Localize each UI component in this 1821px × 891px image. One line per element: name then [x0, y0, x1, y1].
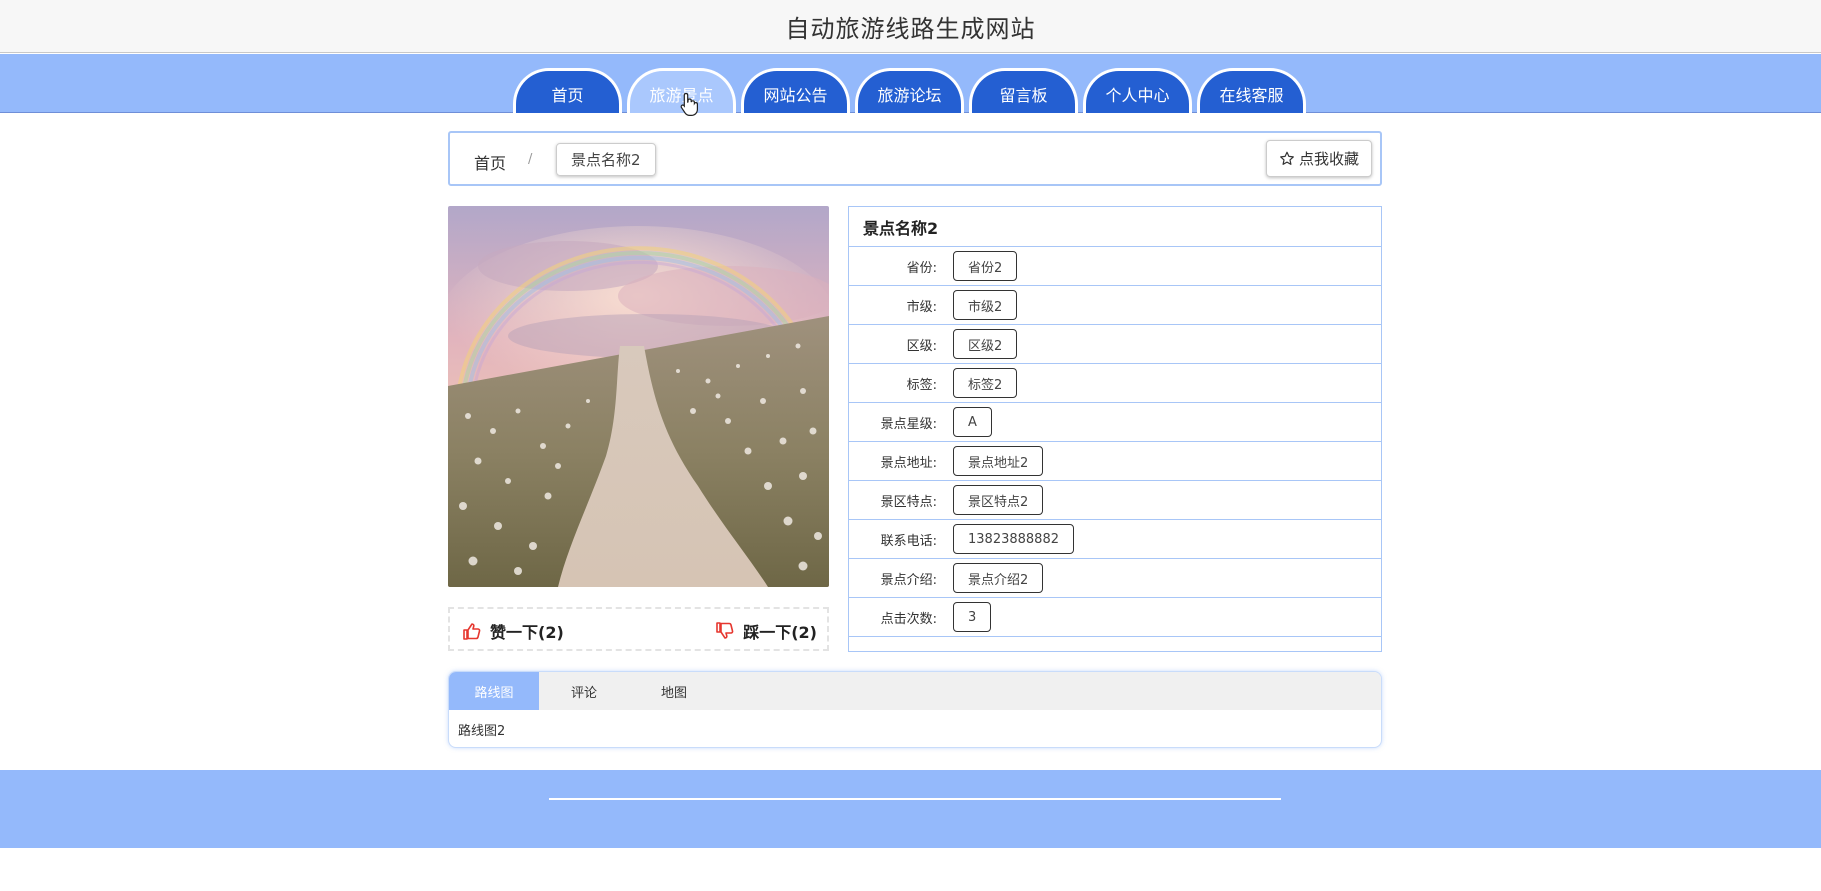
detail-row-intro: 景点介绍: 景点介绍2	[849, 559, 1381, 598]
nav-items: 首页 旅游景点 网站公告 旅游论坛 留言板 个人中心 在线客服	[513, 68, 1306, 113]
detail-row-tag: 标签: 标签2	[849, 364, 1381, 403]
detail-label: 市级:	[906, 299, 937, 315]
nav-item-message-board[interactable]: 留言板	[969, 68, 1078, 113]
detail-row-click-count: 点击次数: 3	[849, 598, 1381, 637]
site-header: 自动旅游线路生成网站	[0, 0, 1821, 53]
content-tabs: 路线图 评论 地图 路线图2	[448, 671, 1382, 748]
nav-item-user-center[interactable]: 个人中心	[1083, 68, 1192, 113]
tab-header: 路线图 评论 地图	[449, 672, 1381, 710]
thumbs-down-icon	[716, 622, 734, 639]
detail-label: 景点介绍:	[880, 572, 937, 588]
detail-value: 标签2	[953, 368, 1018, 398]
dislike-label: 踩一下(2)	[743, 623, 817, 642]
detail-label: 标签:	[906, 377, 937, 393]
detail-label: 联系电话:	[880, 533, 937, 549]
site-title: 自动旅游线路生成网站	[785, 14, 1036, 43]
detail-row-province: 省份: 省份2	[849, 247, 1381, 286]
nav-item-forum[interactable]: 旅游论坛	[855, 68, 964, 113]
detail-label: 景区特点:	[880, 494, 937, 510]
favorite-button[interactable]: 点我收藏	[1265, 140, 1372, 177]
detail-value: 景点介绍2	[953, 563, 1044, 593]
detail-row-city: 市级: 市级2	[849, 286, 1381, 325]
detail-value: 景点地址2	[953, 446, 1044, 476]
detail-value: 省份2	[953, 251, 1018, 281]
detail-row-star-level: 景点星级: A	[849, 403, 1381, 442]
detail-row-district: 区级: 区级2	[849, 325, 1381, 364]
breadcrumb-home-link[interactable]: 首页	[474, 150, 506, 174]
detail-label: 景点地址:	[880, 455, 937, 471]
detail-value: 3	[953, 602, 992, 632]
thumbs-up-icon	[463, 623, 481, 640]
detail-label: 省份:	[906, 260, 937, 276]
detail-value: 市级2	[953, 290, 1018, 320]
breadcrumb-separator: /	[528, 152, 533, 167]
tab-map[interactable]: 地图	[629, 672, 719, 710]
nav-item-announcements[interactable]: 网站公告	[741, 68, 850, 113]
tab-route-map[interactable]: 路线图	[449, 672, 539, 710]
detail-row-address: 景点地址: 景点地址2	[849, 442, 1381, 481]
like-label: 赞一下(2)	[490, 623, 564, 642]
breadcrumb-current: 景点名称2	[556, 143, 656, 176]
site-footer	[0, 770, 1821, 848]
detail-label: 点击次数:	[880, 611, 937, 627]
like-button[interactable]: 赞一下(2)	[462, 619, 564, 643]
detail-value: 区级2	[953, 329, 1018, 359]
main-nav: 首页 旅游景点 网站公告 旅游论坛 留言板 个人中心 在线客服	[0, 54, 1821, 113]
nav-item-customer-service[interactable]: 在线客服	[1197, 68, 1306, 113]
detail-value: 景区特点2	[953, 485, 1044, 515]
vote-bar: 赞一下(2) 踩一下(2)	[448, 607, 829, 651]
detail-row-phone: 联系电话: 13823888882	[849, 520, 1381, 559]
scene-photo	[448, 206, 829, 587]
tab-content: 路线图2	[458, 724, 506, 739]
favorite-button-label: 点我收藏	[1298, 150, 1359, 168]
dislike-button[interactable]: 踩一下(2)	[715, 619, 817, 643]
detail-value: 13823888882	[953, 524, 1074, 554]
nav-item-home[interactable]: 首页	[513, 68, 622, 113]
detail-row-features: 景区特点: 景区特点2	[849, 481, 1381, 520]
hand-cursor-icon	[680, 92, 698, 116]
breadcrumb: 首页 / 景点名称2 点我收藏	[448, 131, 1382, 186]
detail-label: 区级:	[906, 338, 937, 354]
detail-label: 景点星级:	[880, 416, 937, 432]
detail-value: A	[953, 407, 992, 437]
footer-divider	[549, 798, 1281, 800]
scene-detail-table: 景点名称2 省份: 省份2 市级: 市级2 区级: 区级2 标签: 标签2 景点…	[848, 206, 1382, 652]
tab-comments[interactable]: 评论	[539, 672, 629, 710]
star-icon	[1280, 151, 1294, 165]
scene-name-heading: 景点名称2	[849, 207, 1381, 247]
